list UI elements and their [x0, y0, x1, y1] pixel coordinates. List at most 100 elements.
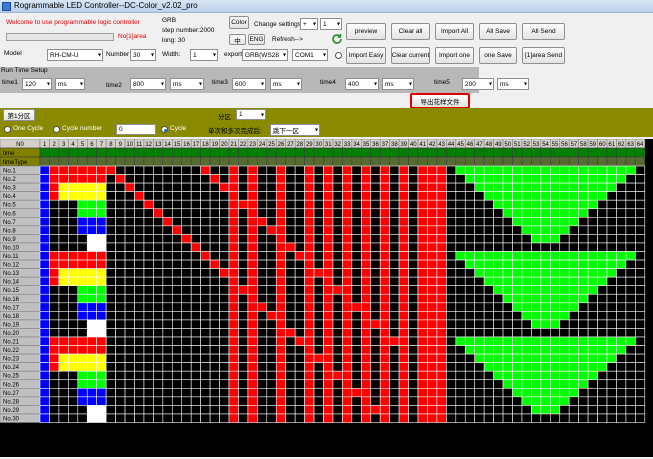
led-cell[interactable] [540, 336, 551, 346]
led-cell[interactable] [531, 405, 542, 415]
led-cell[interactable] [209, 405, 220, 415]
led-cell[interactable] [635, 405, 646, 415]
time-row-cell[interactable] [379, 147, 390, 158]
led-cell[interactable] [332, 234, 343, 244]
led-cell[interactable] [86, 165, 97, 175]
led-cell[interactable] [342, 328, 353, 338]
led-cell[interactable] [228, 242, 239, 252]
led-cell[interactable] [181, 268, 192, 278]
led-cell[interactable] [360, 396, 372, 406]
led-cell[interactable] [86, 302, 97, 312]
led-cell[interactable] [209, 293, 220, 304]
led-cell[interactable] [68, 362, 79, 372]
led-cell[interactable] [181, 293, 192, 304]
led-cell[interactable] [172, 336, 183, 346]
led-cell[interactable] [502, 259, 513, 269]
led-cell[interactable] [616, 165, 627, 175]
led-cell[interactable] [219, 174, 230, 184]
led-cell[interactable] [96, 242, 107, 252]
led-cell[interactable] [568, 319, 579, 329]
time-row-cell[interactable] [190, 147, 201, 158]
led-cell[interactable] [105, 319, 116, 329]
led-cell[interactable] [606, 174, 617, 184]
led-cell[interactable] [370, 234, 381, 244]
time-row-cell[interactable] [153, 147, 164, 158]
led-cell[interactable] [228, 319, 239, 329]
led-cell[interactable] [323, 199, 334, 210]
led-cell[interactable] [502, 217, 513, 227]
led-cell[interactable] [266, 268, 277, 278]
led-cell[interactable] [172, 370, 183, 381]
led-cell[interactable] [417, 199, 428, 210]
led-cell[interactable] [417, 208, 428, 218]
led-cell[interactable] [238, 413, 249, 423]
led-cell[interactable] [342, 217, 353, 227]
led-cell[interactable] [389, 225, 400, 235]
time-row-cell[interactable] [635, 147, 646, 158]
led-cell[interactable] [172, 388, 183, 398]
led-cell[interactable] [342, 336, 353, 346]
led-cell[interactable] [172, 208, 183, 218]
led-cell[interactable] [39, 353, 50, 363]
led-cell[interactable] [455, 191, 466, 201]
led-cell[interactable] [39, 276, 50, 286]
led-cell[interactable] [68, 242, 79, 252]
led-cell[interactable] [370, 302, 381, 312]
led-cell[interactable] [86, 242, 97, 252]
time-row-cell[interactable] [266, 156, 277, 167]
led-cell[interactable] [370, 217, 381, 227]
led-cell[interactable] [549, 182, 561, 192]
led-cell[interactable] [266, 217, 277, 227]
led-cell[interactable] [68, 302, 79, 312]
led-cell[interactable] [162, 242, 173, 252]
led-cell[interactable] [578, 268, 589, 278]
led-cell[interactable] [294, 165, 305, 175]
led-cell[interactable] [379, 191, 390, 201]
led-cell[interactable] [578, 362, 589, 372]
led-cell[interactable] [153, 217, 164, 227]
area-send-button[interactable]: [1]area Send [522, 47, 565, 64]
led-cell[interactable] [474, 234, 485, 244]
led-cell[interactable] [587, 242, 598, 252]
led-cell[interactable] [86, 208, 97, 218]
led-cell[interactable] [606, 242, 617, 252]
led-cell[interactable] [153, 259, 164, 269]
led-cell[interactable] [209, 370, 220, 381]
led-cell[interactable] [294, 345, 305, 355]
led-cell[interactable] [597, 396, 608, 406]
led-cell[interactable] [323, 285, 334, 295]
led-cell[interactable] [247, 285, 258, 295]
led-cell[interactable] [493, 165, 504, 175]
led-cell[interactable] [172, 302, 183, 312]
led-cell[interactable] [200, 362, 211, 372]
led-cell[interactable] [474, 225, 485, 235]
cycle-number-radio[interactable] [53, 126, 60, 133]
led-cell[interactable] [616, 268, 627, 278]
time-row-cell[interactable] [181, 147, 192, 158]
time-row-cell[interactable] [427, 147, 438, 158]
led-cell[interactable] [228, 405, 239, 415]
led-cell[interactable] [625, 302, 636, 312]
led-cell[interactable] [502, 396, 513, 406]
time-row-cell[interactable] [587, 147, 598, 158]
led-cell[interactable] [625, 259, 636, 269]
led-cell[interactable] [360, 362, 372, 372]
led-cell[interactable] [124, 362, 135, 372]
led-cell[interactable] [587, 208, 598, 218]
led-cell[interactable] [398, 396, 409, 406]
led-cell[interactable] [275, 174, 286, 184]
led-cell[interactable] [313, 182, 324, 192]
led-cell[interactable] [578, 208, 589, 218]
time-row-cell[interactable] [398, 147, 409, 158]
time1-value-select[interactable]: 120 ▾ [22, 78, 52, 90]
led-cell[interactable] [370, 388, 381, 398]
led-cell[interactable] [115, 225, 126, 235]
time-row-cell[interactable] [446, 156, 457, 167]
time-row-cell[interactable] [342, 147, 353, 158]
led-cell[interactable] [464, 336, 475, 346]
led-cell[interactable] [370, 405, 381, 415]
led-cell[interactable] [597, 165, 608, 175]
led-cell[interactable] [398, 268, 409, 278]
led-cell[interactable] [417, 234, 428, 244]
led-cell[interactable] [143, 405, 154, 415]
